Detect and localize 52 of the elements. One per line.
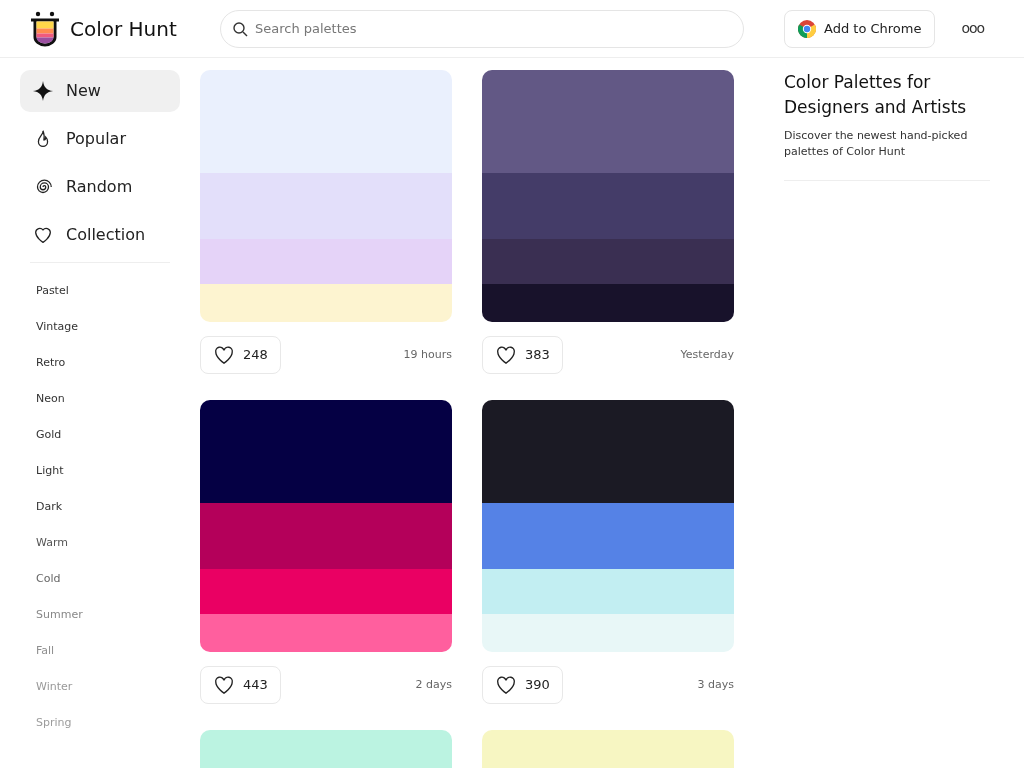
tag-link[interactable]: Retro xyxy=(36,354,66,372)
tag-link[interactable]: Vintage xyxy=(36,318,79,336)
search-field[interactable]: Search palettes xyxy=(220,9,744,48)
chrome-icon xyxy=(798,19,816,38)
search-icon xyxy=(232,20,248,37)
tag-link[interactable]: Dark xyxy=(36,498,63,516)
heart-icon xyxy=(495,345,517,365)
tag-link[interactable]: Cold xyxy=(36,570,61,588)
tag-link[interactable]: Light xyxy=(36,462,64,480)
more-button[interactable]: ooo xyxy=(961,18,985,39)
color-swatch[interactable] xyxy=(200,284,452,322)
like-button[interactable]: 248 xyxy=(200,336,281,374)
color-swatch[interactable] xyxy=(482,70,734,173)
color-swatch[interactable] xyxy=(200,239,452,284)
heart-icon xyxy=(213,675,235,695)
color-swatch[interactable] xyxy=(482,569,734,614)
color-swatch[interactable] xyxy=(482,614,734,652)
tag-link[interactable]: Neon xyxy=(36,390,65,408)
color-swatch[interactable] xyxy=(482,400,734,503)
color-swatch[interactable] xyxy=(200,173,452,239)
like-button[interactable]: 383 xyxy=(482,336,563,374)
aside-text: Discover the newest hand-picked palettes of Color Hunt xyxy=(784,128,969,160)
heart-icon xyxy=(495,675,517,695)
color-swatch[interactable] xyxy=(200,614,452,652)
logo-icon xyxy=(28,10,62,47)
tag-link[interactable]: Pastel xyxy=(36,282,69,300)
color-swatch[interactable] xyxy=(200,569,452,614)
color-swatch[interactable] xyxy=(482,173,734,239)
heart-icon xyxy=(213,345,235,365)
aside-title: Color Palettes for Designers and Artists xyxy=(784,71,968,119)
post-time: 19 hours xyxy=(403,346,452,363)
like-button[interactable]: 443 xyxy=(200,666,281,704)
color-swatch[interactable] xyxy=(200,70,452,173)
color-swatch[interactable] xyxy=(200,400,452,503)
brand-name[interactable]: Color Hunt xyxy=(70,13,177,44)
nav-item[interactable]: Collection xyxy=(20,214,180,256)
post-time: 3 days xyxy=(697,676,734,693)
color-swatch[interactable] xyxy=(482,239,734,284)
tag-link[interactable]: Warm xyxy=(36,534,68,552)
nav-item[interactable]: Popular xyxy=(20,118,180,160)
color-swatch[interactable] xyxy=(200,503,452,569)
nav-item[interactable]: New xyxy=(20,70,180,112)
color-swatch[interactable] xyxy=(482,503,734,569)
tag-link[interactable]: Summer xyxy=(36,606,83,624)
tag-link[interactable]: Gold xyxy=(36,426,62,444)
nav-item[interactable]: Random xyxy=(20,166,180,208)
post-time: 2 days xyxy=(415,676,452,693)
post-time: Yesterday xyxy=(680,346,734,363)
color-swatch[interactable] xyxy=(482,284,734,322)
add-to-chrome-button[interactable]: Add to Chrome xyxy=(784,9,936,48)
like-button[interactable]: 390 xyxy=(482,666,563,704)
sparkle-icon xyxy=(32,80,54,102)
